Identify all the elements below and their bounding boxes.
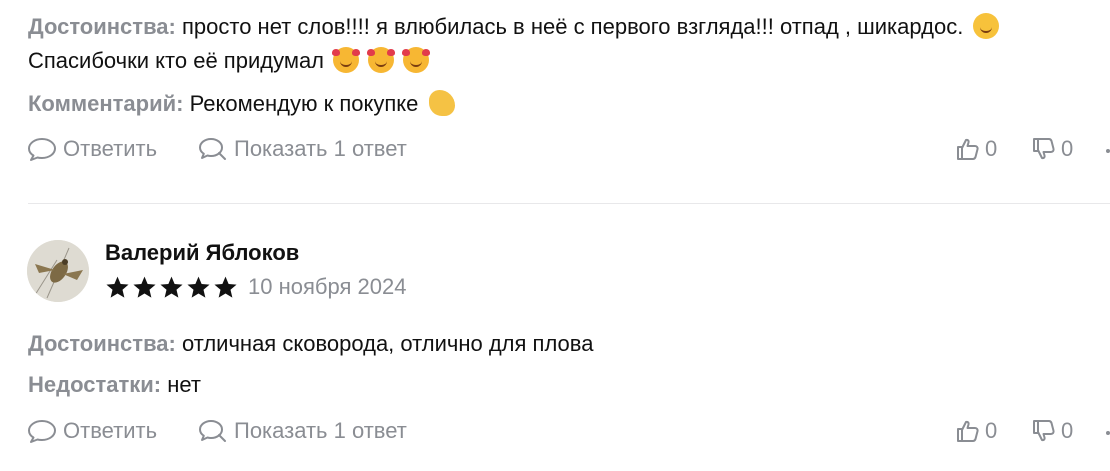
star-icon <box>133 276 156 298</box>
dislike-button[interactable]: 0 <box>1031 136 1073 162</box>
like-button[interactable]: 0 <box>955 418 997 444</box>
comment-text: Рекомендую к покупке <box>183 91 419 116</box>
review2-cons: Недостатки: нет <box>28 370 201 400</box>
speech-bubble-icon <box>28 138 56 161</box>
thumbs-down-icon <box>1033 138 1055 160</box>
pros-label: Достоинства: <box>28 14 176 39</box>
review2-actions: Ответить Показать 1 ответ 0 0 <box>0 418 1110 448</box>
thumbs-up-icon <box>957 138 979 160</box>
cons-text: нет <box>161 372 201 397</box>
star-rating <box>105 275 238 300</box>
review-author[interactable]: Валерий Яблоков <box>105 239 299 267</box>
smiling-face-with-hearts-icon <box>332 47 361 73</box>
smiling-face-with-hearts-icon <box>367 47 396 73</box>
reply-button[interactable]: Ответить <box>27 418 157 444</box>
pros-text: просто нет слов!!!! я влюбилась в неё с … <box>175 14 964 39</box>
more-options-icon[interactable] <box>1106 431 1110 435</box>
pros-text-continued: Спасибочки кто её придумал <box>28 48 325 73</box>
flexed-biceps-icon <box>428 90 455 116</box>
avatar <box>27 240 89 302</box>
zany-face-emoji-icon <box>973 13 1000 39</box>
pros-text: отличная сковорода, отлично для плова <box>175 331 594 356</box>
search-bubble-icon <box>199 420 226 442</box>
review1-pros-continued: Спасибочки кто её придумал <box>28 46 431 76</box>
review-date: 10 ноября 2024 <box>248 274 407 299</box>
show-replies-button[interactable]: Показать 1 ответ <box>198 136 407 162</box>
reply-button[interactable]: Ответить <box>27 136 157 162</box>
cons-label: Недостатки: <box>28 372 162 397</box>
star-icon <box>214 276 237 298</box>
reviews-page: Достоинства: просто нет слов!!!! я влюби… <box>0 0 1110 471</box>
review-divider <box>28 203 1110 204</box>
reply-label: Ответить <box>63 136 158 161</box>
like-button[interactable]: 0 <box>955 136 997 162</box>
smiling-face-with-hearts-icon <box>402 47 431 73</box>
thumbs-up-icon <box>957 420 979 442</box>
review2-pros: Достоинства: отличная сковорода, отлично… <box>28 329 593 359</box>
speech-bubble-icon <box>28 420 56 443</box>
star-icon <box>187 276 210 298</box>
pros-label: Достоинства: <box>28 331 176 356</box>
show-replies-button[interactable]: Показать 1 ответ <box>198 418 407 444</box>
dislike-count: 0 <box>1061 418 1074 443</box>
dislike-count: 0 <box>1061 136 1074 161</box>
review1-actions: Ответить Показать 1 ответ 0 0 <box>0 136 1110 166</box>
more-options-icon[interactable] <box>1106 149 1110 153</box>
show-replies-label: Показать 1 ответ <box>234 418 407 443</box>
search-bubble-icon <box>199 138 226 160</box>
reply-label: Ответить <box>63 418 158 443</box>
user-avatar-image <box>27 240 89 302</box>
review1-pros: Достоинства: просто нет слов!!!! я влюби… <box>28 12 1000 42</box>
review1-comment: Комментарий: Рекомендую к покупке <box>28 89 455 119</box>
dislike-button[interactable]: 0 <box>1031 418 1073 444</box>
like-count: 0 <box>985 136 998 161</box>
like-count: 0 <box>985 418 998 443</box>
show-replies-label: Показать 1 ответ <box>234 136 407 161</box>
comment-label: Комментарий: <box>28 91 184 116</box>
star-icon <box>106 276 129 298</box>
thumbs-down-icon <box>1033 420 1055 442</box>
review-rating-row: 10 ноября 2024 <box>105 272 406 302</box>
star-icon <box>160 276 183 298</box>
